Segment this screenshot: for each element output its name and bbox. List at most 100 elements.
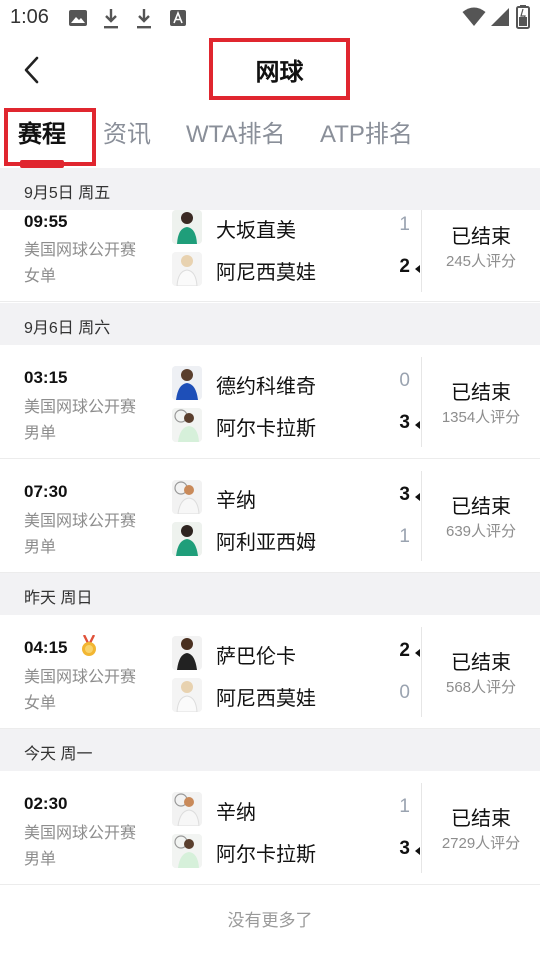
competition-name: 美国网球公开赛 bbox=[24, 242, 137, 259]
date-label: 今天 周一 bbox=[24, 746, 93, 763]
player-score: 2 bbox=[399, 640, 410, 661]
player-avatar bbox=[172, 834, 202, 868]
match-time: 03:15 bbox=[24, 368, 68, 387]
a-box-icon bbox=[170, 10, 186, 26]
download-icon bbox=[137, 9, 151, 29]
rating-count: 639人评分 bbox=[445, 523, 517, 540]
competition-name: 美国网球公开赛 bbox=[24, 513, 137, 530]
player-name: 大坂直美 bbox=[216, 220, 296, 242]
player-score: 1 bbox=[399, 796, 410, 817]
player-score: 2 bbox=[399, 256, 410, 277]
winner-arrow-icon bbox=[415, 265, 420, 273]
tab-news[interactable]: 资讯 bbox=[103, 104, 151, 166]
player-score: 1 bbox=[399, 214, 410, 235]
rating-count: 568人评分 bbox=[445, 679, 517, 696]
status-bar: 1:06 bbox=[0, 0, 540, 36]
tab-wta-ranking[interactable]: WTA排名 bbox=[186, 104, 286, 166]
tab-active-indicator bbox=[20, 160, 64, 168]
competition-name: 美国网球公开赛 bbox=[24, 669, 137, 686]
winner-arrow-icon bbox=[415, 847, 420, 855]
winner-arrow-icon bbox=[415, 421, 420, 429]
player-score: 3 bbox=[399, 412, 410, 433]
tab-bar: 赛程 资讯 WTA排名 ATP排名 bbox=[0, 104, 540, 168]
date-label: 9月5日 周五 bbox=[24, 185, 111, 202]
player-row: 萨巴伦卡 2 bbox=[172, 636, 422, 670]
tab-atp-ranking[interactable]: ATP排名 bbox=[320, 104, 413, 166]
battery-icon bbox=[516, 5, 530, 29]
rating-count: 2729人评分 bbox=[441, 835, 521, 852]
player-name: 萨巴伦卡 bbox=[216, 646, 296, 668]
match-status: 已结束 bbox=[451, 382, 511, 404]
image-icon bbox=[69, 10, 87, 26]
player-avatar bbox=[172, 678, 202, 712]
player-name: 阿尼西莫娃 bbox=[216, 688, 316, 710]
player-row: 辛纳 1 bbox=[172, 792, 422, 826]
player-score: 0 bbox=[399, 682, 410, 703]
player-name: 辛纳 bbox=[216, 802, 256, 824]
match-status: 已结束 bbox=[451, 652, 511, 674]
page-title-box: 网球 bbox=[209, 38, 350, 100]
player-name: 阿尼西莫娃 bbox=[216, 262, 316, 284]
match-category: 男单 bbox=[24, 539, 57, 556]
player-row: 阿利亚西姆 1 bbox=[172, 522, 422, 556]
player-score: 3 bbox=[399, 838, 410, 859]
player-row: 阿尔卡拉斯 3 bbox=[172, 834, 422, 868]
tab-highlight-box bbox=[4, 108, 96, 166]
player-row: 阿尼西莫娃 0 bbox=[172, 678, 422, 712]
winner-arrow-icon bbox=[415, 649, 420, 657]
player-name: 阿利亚西姆 bbox=[216, 532, 316, 554]
date-label: 9月6日 周六 bbox=[24, 320, 111, 337]
app-header: 网球 bbox=[0, 36, 540, 102]
match-time: 02:30 bbox=[24, 794, 68, 813]
player-name: 辛纳 bbox=[216, 490, 256, 512]
chevron-left-icon[interactable] bbox=[12, 50, 52, 90]
date-separator: 9月5日 周五 bbox=[0, 168, 540, 210]
player-avatar bbox=[172, 636, 202, 670]
player-row: 辛纳 3 bbox=[172, 480, 422, 514]
rating-count: 1354人评分 bbox=[441, 409, 521, 426]
player-row: 德约科维奇 0 bbox=[172, 366, 422, 400]
status-time: 1:06 bbox=[10, 6, 49, 28]
match-status: 已结束 bbox=[451, 808, 511, 830]
match-time: 09:55 bbox=[24, 212, 68, 231]
player-row: 阿尼西莫娃 2 bbox=[172, 252, 422, 286]
player-name: 德约科维奇 bbox=[216, 376, 316, 398]
page-title: 网球 bbox=[255, 58, 304, 86]
download-icon bbox=[104, 9, 118, 29]
player-name: 阿尔卡拉斯 bbox=[216, 418, 316, 440]
match-status: 已结束 bbox=[451, 226, 511, 248]
signal-icon bbox=[491, 8, 509, 26]
match-time: 07:30 bbox=[24, 482, 68, 501]
player-avatar bbox=[172, 792, 202, 826]
competition-name: 美国网球公开赛 bbox=[24, 825, 137, 842]
date-separator: 昨天 周日 bbox=[0, 573, 540, 615]
match-card[interactable]: 07:30 美国网球公开赛 男单 辛纳 3 阿利亚西姆 1 已结束 639人评分 bbox=[0, 459, 540, 573]
gold-medal-icon bbox=[82, 635, 96, 656]
date-label: 昨天 周日 bbox=[24, 590, 93, 607]
match-card[interactable]: 02:30 美国网球公开赛 男单 辛纳 1 阿尔卡拉斯 3 已结束 2729人评… bbox=[0, 771, 540, 885]
winner-arrow-icon bbox=[415, 493, 420, 501]
player-avatar bbox=[172, 522, 202, 556]
wifi-icon bbox=[462, 7, 486, 26]
rating-count: 245人评分 bbox=[445, 253, 517, 270]
player-avatar bbox=[172, 366, 202, 400]
player-avatar bbox=[172, 252, 202, 286]
player-row: 阿尔卡拉斯 3 bbox=[172, 408, 422, 442]
match-card[interactable]: 03:15 美国网球公开赛 男单 德约科维奇 0 阿尔卡拉斯 3 已结束 135… bbox=[0, 345, 540, 459]
match-status: 已结束 bbox=[451, 496, 511, 518]
match-card[interactable]: 09:55 美国网球公开赛 女单 大坂直美 1 阿尼西莫娃 2 已结束 245人… bbox=[0, 210, 540, 302]
date-separator: 今天 周一 bbox=[0, 729, 540, 771]
player-name: 阿尔卡拉斯 bbox=[216, 844, 316, 866]
player-avatar bbox=[172, 210, 202, 244]
player-row: 大坂直美 1 bbox=[172, 210, 422, 244]
player-avatar bbox=[172, 480, 202, 514]
player-avatar bbox=[172, 408, 202, 442]
match-category: 女单 bbox=[24, 268, 57, 285]
match-category: 女单 bbox=[24, 695, 57, 712]
player-score: 0 bbox=[399, 370, 410, 391]
match-category: 男单 bbox=[24, 425, 57, 442]
match-category: 男单 bbox=[24, 851, 57, 868]
match-card[interactable]: 04:15 美国网球公开赛 女单 萨巴伦卡 2 阿尼西莫娃 0 已结束 568人… bbox=[0, 615, 540, 729]
player-score: 1 bbox=[399, 526, 410, 547]
competition-name: 美国网球公开赛 bbox=[24, 399, 137, 416]
